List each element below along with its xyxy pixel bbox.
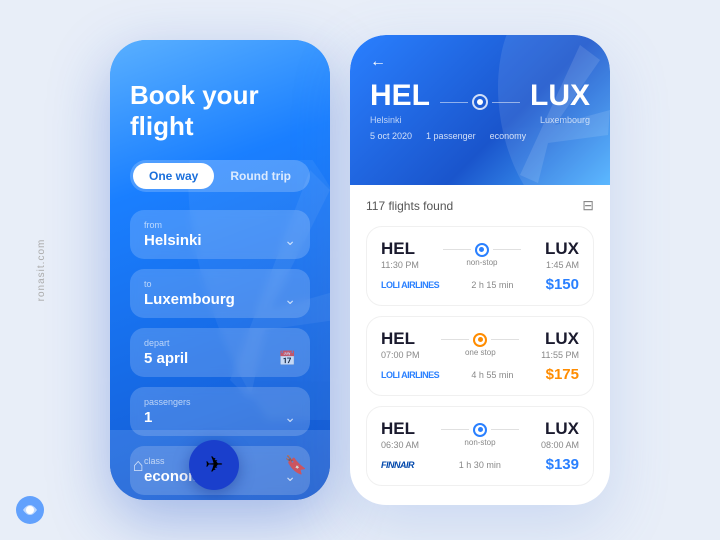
origin-col: HEL 07:00 PM <box>381 329 420 360</box>
arrival-time: 11:55 PM <box>541 350 579 360</box>
chevron-down-icon: ⌄ <box>284 232 296 249</box>
passengers-label: passengers <box>144 397 296 407</box>
destination-col: LUX 08:00 AM <box>541 419 579 450</box>
from-value: Helsinki <box>144 232 202 249</box>
origin-city: Helsinki <box>370 115 430 125</box>
stop-line <box>491 429 519 430</box>
bottom-navigation: ⌂ ✈ 🔖 <box>110 430 330 500</box>
to-label: to <box>144 279 296 289</box>
results-phone: ← HEL Helsinki LUX Luxembourg <box>350 35 610 505</box>
brand-logo <box>15 495 45 525</box>
stop-line <box>491 339 519 340</box>
stop-dot-inner <box>478 337 483 342</box>
flights-list: 117 flights found ⊟ HEL 11:30 PM <box>350 185 610 505</box>
flight-bottom-row: FINNAIR 1 h 30 min $139 <box>381 456 579 473</box>
bookmarks-nav-button[interactable]: 🔖 <box>285 455 307 476</box>
stop-info: one stop <box>420 333 542 357</box>
origin-code: HEL <box>381 419 419 439</box>
stop-line <box>443 249 471 250</box>
stop-indicator <box>473 333 487 347</box>
stop-label: non-stop <box>464 438 495 447</box>
origin-col: HEL 11:30 PM <box>381 239 419 270</box>
flights-count: 117 flights found <box>366 199 453 213</box>
destination-code: LUX <box>541 329 579 349</box>
booking-phone: Book your flight One way Round trip from… <box>110 40 330 500</box>
phones-container: Book your flight One way Round trip from… <box>110 35 610 505</box>
destination-col: LUX 1:45 AM <box>545 239 579 270</box>
flight-bottom-row: LOLI AIRLINES 2 h 15 min $150 <box>381 276 579 293</box>
flight-price: $175 <box>546 366 579 383</box>
stop-info: non-stop <box>419 423 541 447</box>
airline-logo: FINNAIR <box>381 460 414 470</box>
destination-code: LUX <box>541 419 579 439</box>
page-title: Book your flight <box>130 80 310 142</box>
chevron-down-icon: ⌄ <box>284 291 296 308</box>
flight-price: $139 <box>546 456 579 473</box>
stop-line <box>441 339 469 340</box>
results-header: ← HEL Helsinki LUX Luxembourg <box>350 35 610 185</box>
flight-date: 5 oct 2020 <box>370 131 412 141</box>
from-label: from <box>144 220 296 230</box>
passengers-value: 1 <box>144 409 152 426</box>
watermark: ronasit.com <box>36 239 47 302</box>
flight-top-row: HEL 11:30 PM non-stop <box>381 239 579 270</box>
origin-code: HEL <box>381 239 419 259</box>
stop-dot-inner <box>478 427 483 432</box>
route-line-left <box>440 102 468 103</box>
flight-duration: 2 h 15 min <box>471 280 513 290</box>
to-value: Luxembourg <box>144 291 235 308</box>
one-way-button[interactable]: One way <box>133 163 214 189</box>
flight-duration: 1 h 30 min <box>459 460 501 470</box>
stop-indicator <box>475 243 489 257</box>
stop-label: non-stop <box>466 258 497 267</box>
stop-dot-inner <box>479 247 484 252</box>
origin-col: HEL 06:30 AM <box>381 419 419 450</box>
origin-code: HEL <box>381 329 420 349</box>
flight-price: $150 <box>546 276 579 293</box>
arrival-time: 1:45 AM <box>545 260 579 270</box>
flight-card[interactable]: HEL 11:30 PM non-stop <box>366 226 594 306</box>
airline-logo: LOLI AIRLINES <box>381 370 439 380</box>
flight-card[interactable]: HEL 06:30 AM non-stop <box>366 406 594 486</box>
from-column: HEL Helsinki <box>370 79 430 125</box>
stop-line <box>441 429 469 430</box>
round-trip-button[interactable]: Round trip <box>214 163 307 189</box>
calendar-icon: 📅 <box>279 350 296 367</box>
destination-code: LUX <box>545 239 579 259</box>
trip-type-toggle[interactable]: One way Round trip <box>130 160 310 192</box>
stop-info: non-stop <box>419 243 545 267</box>
arrival-time: 08:00 AM <box>541 440 579 450</box>
flight-duration: 4 h 55 min <box>471 370 513 380</box>
from-field[interactable]: from Helsinki ⌄ <box>130 210 310 259</box>
depart-label: depart <box>144 338 296 348</box>
flight-bottom-row: LOLI AIRLINES 4 h 55 min $175 <box>381 366 579 383</box>
passenger-count: 1 passenger <box>426 131 476 141</box>
stop-indicator <box>473 423 487 437</box>
filter-icon[interactable]: ⊟ <box>582 197 594 214</box>
header-plane-illustration <box>480 35 610 185</box>
flight-top-row: HEL 06:30 AM non-stop <box>381 419 579 450</box>
departure-time: 07:00 PM <box>381 350 420 360</box>
search-flights-button[interactable]: ✈ <box>189 440 239 490</box>
airline-logo: LOLI AIRLINES <box>381 280 439 290</box>
to-field[interactable]: to Luxembourg ⌄ <box>130 269 310 318</box>
flight-top-row: HEL 07:00 PM one stop <box>381 329 579 360</box>
depart-field[interactable]: depart 5 april 📅 <box>130 328 310 377</box>
stop-label: one stop <box>465 348 496 357</box>
origin-code: HEL <box>370 79 430 113</box>
plane-icon: ✈ <box>205 452 223 478</box>
flights-list-header: 117 flights found ⊟ <box>366 197 594 214</box>
chevron-down-icon: ⌄ <box>284 409 296 426</box>
departure-time: 06:30 AM <box>381 440 419 450</box>
depart-value: 5 april <box>144 350 188 367</box>
flight-card[interactable]: HEL 07:00 PM one stop <box>366 316 594 396</box>
stop-line <box>493 249 521 250</box>
destination-col: LUX 11:55 PM <box>541 329 579 360</box>
departure-time: 11:30 PM <box>381 260 419 270</box>
home-nav-button[interactable]: ⌂ <box>133 455 144 476</box>
